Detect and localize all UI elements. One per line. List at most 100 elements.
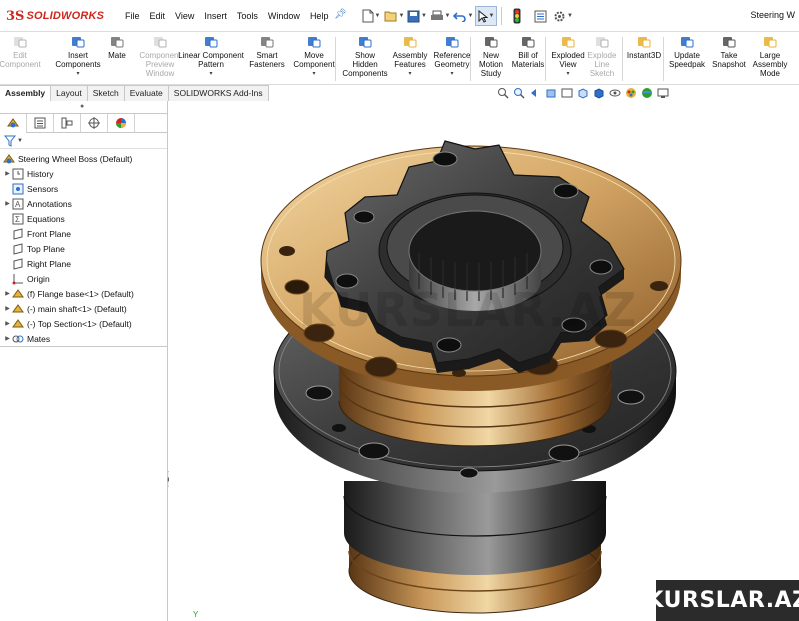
tree-item-mates[interactable]: ▶ Mates (0, 331, 167, 346)
open-icon[interactable]: ▼ (383, 6, 405, 26)
command-separator (663, 37, 664, 81)
tab-addins[interactable]: SOLIDWORKS Add-Ins (168, 85, 269, 101)
dropdown-arrow-icon[interactable]: ▾ (76, 70, 79, 79)
command-bom[interactable]: Bill of Materials (511, 35, 545, 69)
tree-item-top-section-1-default[interactable]: ▶ (-) Top Section<1> (Default) (0, 316, 167, 331)
tab-sketch[interactable]: Sketch (87, 85, 125, 101)
expand-arrow-icon[interactable]: ▶ (3, 320, 12, 327)
previous-view-icon[interactable] (528, 87, 542, 99)
component-preview-icon (152, 35, 168, 49)
command-motion-study[interactable]: New Motion Study (476, 35, 506, 78)
feature-manager-tab[interactable] (0, 113, 27, 133)
dropdown-arrow-icon[interactable]: ▾ (209, 70, 212, 79)
zoom-to-fit-icon[interactable] (496, 87, 510, 99)
tree-items: ▶ History Sensors ▶ A Annotations Σ Equations Fr… (0, 166, 167, 346)
graphics-area[interactable]: Y (169, 101, 799, 621)
dropdown-arrow-icon[interactable]: ▾ (450, 70, 453, 79)
command-manager-tabs-row: Assembly Layout Sketch Evaluate SOLIDWOR… (0, 85, 799, 101)
property-manager-tab[interactable] (27, 113, 54, 133)
command-label: New Motion Study (478, 51, 503, 78)
tab-assembly[interactable]: Assembly (0, 85, 52, 101)
command-move-component[interactable]: Move Component ▾ (292, 35, 336, 79)
menu-help[interactable]: Help (305, 9, 334, 23)
menu-file[interactable]: File (120, 9, 145, 23)
command-instant3d[interactable]: Instant3D (624, 35, 664, 60)
dropdown-arrow-icon[interactable]: ▾ (566, 70, 569, 79)
expand-arrow-icon[interactable]: ▶ (3, 335, 12, 342)
command-linear-pattern[interactable]: Linear Component Pattern ▾ (176, 35, 246, 79)
panel-grip-icon[interactable]: ● (80, 103, 84, 110)
menu-view[interactable]: View (170, 9, 199, 23)
edit-appearance-icon[interactable] (624, 87, 638, 99)
command-exploded-view[interactable]: Exploded View ▾ (551, 35, 585, 79)
section-view-icon[interactable] (544, 87, 558, 99)
tree-item-f-flange-base-1-default[interactable]: ▶ (f) Flange base<1> (Default) (0, 286, 167, 301)
undo-icon[interactable]: ▼ (452, 6, 474, 26)
dynamic-annotation-icon[interactable] (560, 87, 574, 99)
pin-icon[interactable]: 📌︎ (334, 9, 347, 20)
display-style-icon[interactable] (592, 87, 606, 99)
tab-evaluate[interactable]: Evaluate (124, 85, 169, 101)
mate-icon (109, 35, 125, 49)
menu-insert[interactable]: Insert (199, 9, 232, 23)
tree-item-label: (f) Flange base<1> (Default) (27, 288, 134, 299)
solidworks-logo[interactable]: 3S SOLIDWORKS (6, 7, 104, 25)
tree-item-history[interactable]: ▶ History (0, 166, 167, 181)
expand-arrow-icon[interactable]: ▶ (3, 305, 12, 312)
command-assembly-features[interactable]: Assembly Features ▾ (391, 35, 429, 79)
tree-item-label: Front Plane (27, 228, 71, 239)
view-settings-icon[interactable] (656, 87, 670, 99)
command-smart-fasteners[interactable]: Smart Fasteners (248, 35, 286, 69)
command-edit-component[interactable]: Edit Component (0, 35, 41, 69)
command-speedpak[interactable]: Update Speedpak (668, 35, 706, 69)
configuration-manager-tab[interactable] (54, 113, 81, 133)
tree-root[interactable]: Steering Wheel Boss (Default) (0, 151, 167, 166)
command-large-assembly[interactable]: Large Assembly Mode (750, 35, 790, 78)
command-mate[interactable]: Mate (104, 35, 130, 60)
save-icon[interactable]: ▼ (406, 6, 428, 26)
display-manager-tab[interactable] (108, 113, 135, 133)
tree-item-sensors[interactable]: Sensors (0, 181, 167, 196)
rebuild-icon[interactable] (506, 6, 528, 26)
instant3d-icon (636, 35, 652, 49)
large-assembly-icon (762, 35, 778, 49)
tree-item-main-shaft-1-default[interactable]: ▶ (-) main shaft<1> (Default) (0, 301, 167, 316)
menu-edit[interactable]: Edit (145, 9, 171, 23)
select-icon[interactable]: ▼ (475, 6, 497, 26)
command-reference-geometry[interactable]: Reference Geometry ▾ (431, 35, 473, 79)
view-orientation-icon[interactable] (576, 87, 590, 99)
menu-window[interactable]: Window (263, 9, 305, 23)
command-show-hidden[interactable]: Show Hidden Components (341, 35, 389, 78)
steel-collar (343, 481, 607, 575)
dimxpert-manager-tab[interactable] (81, 113, 108, 133)
dropdown-arrow-icon[interactable]: ▾ (408, 70, 411, 79)
plane-icon (12, 242, 24, 255)
expand-arrow-icon[interactable]: ▶ (3, 170, 12, 177)
command-snapshot[interactable]: Take Snapshot (712, 35, 746, 69)
tab-layout[interactable]: Layout (51, 85, 88, 101)
expand-arrow-icon[interactable]: ▶ (3, 200, 12, 207)
command-insert-components[interactable]: Insert Components ▾ (54, 35, 102, 79)
zoom-to-area-icon[interactable] (512, 87, 526, 99)
tree-item-right-plane[interactable]: Right Plane (0, 256, 167, 271)
file-properties-icon[interactable] (529, 6, 551, 26)
filter-icon[interactable]: ▼ (4, 135, 23, 147)
menu-tools[interactable]: Tools (232, 9, 263, 23)
window-title: Steering W (750, 10, 795, 20)
command-label: Take Snapshot (712, 51, 746, 69)
expand-arrow-icon[interactable]: ▶ (3, 290, 12, 297)
dropdown-arrow-icon[interactable]: ▾ (312, 70, 315, 79)
print-icon[interactable]: ▼ (429, 6, 451, 26)
new-doc-icon[interactable]: ▼ (360, 6, 382, 26)
options-icon[interactable]: ▼ (552, 6, 574, 26)
steering-wheel-boss-model[interactable] (169, 101, 799, 621)
tree-item-equations[interactable]: Σ Equations (0, 211, 167, 226)
command-explode-line[interactable]: Explode Line Sketch (587, 35, 617, 78)
tree-item-origin[interactable]: Origin (0, 271, 167, 286)
scenes-icon[interactable] (640, 87, 654, 99)
tree-item-annotations[interactable]: ▶ A Annotations (0, 196, 167, 211)
tree-item-top-plane[interactable]: Top Plane (0, 241, 167, 256)
command-component-preview[interactable]: Component Preview Window (139, 35, 181, 78)
hide-show-icon[interactable] (608, 87, 622, 99)
tree-item-front-plane[interactable]: Front Plane (0, 226, 167, 241)
